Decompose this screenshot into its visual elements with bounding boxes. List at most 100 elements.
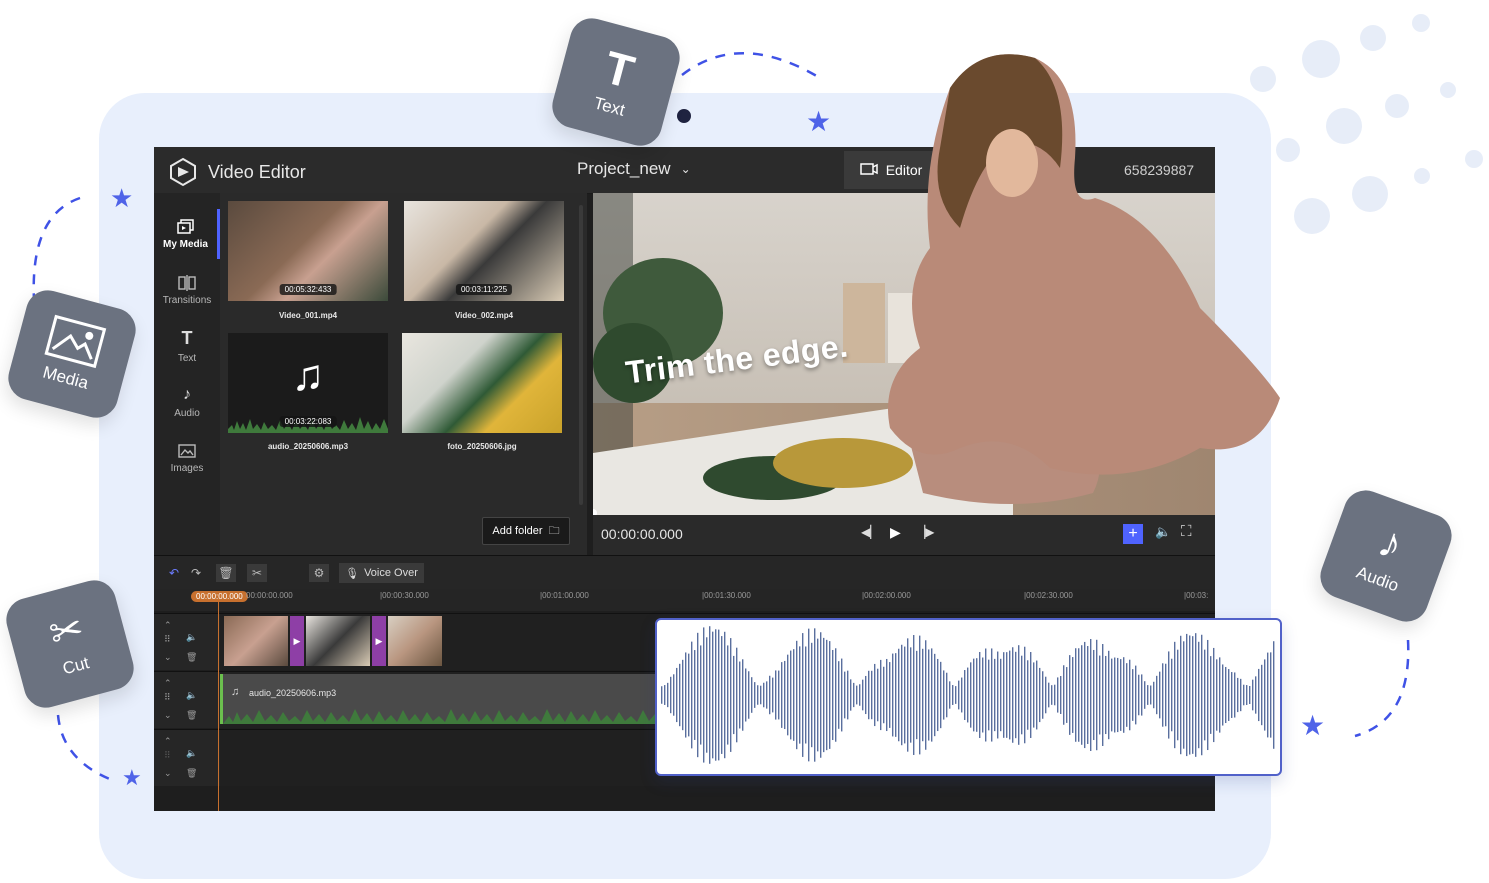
waveform-bar (886, 658, 888, 732)
ruler-tick-label: |00:02:00.000 (862, 591, 911, 600)
waveform-bar (1036, 660, 1038, 730)
delete-icon[interactable]: 🗑 (186, 768, 197, 779)
media-item-audio[interactable]: ♫ 00:03:22:083 (228, 333, 388, 433)
media-item-video-001[interactable]: 00:05:32:433 (228, 201, 388, 301)
waveform-bar (799, 646, 801, 744)
waveform-bar (1195, 633, 1197, 757)
timeline-ruler[interactable]: 00:00:00.000 00:00:00.000 |00:00:30.000 … (154, 589, 1215, 611)
waveform-bar (919, 635, 921, 755)
waveform-bar (763, 682, 765, 708)
waveform-bar (1270, 652, 1272, 738)
waveform-bar (1252, 679, 1254, 711)
waveform-bar (1084, 641, 1086, 749)
playhead-line[interactable] (218, 602, 219, 811)
delete-icon[interactable]: 🗑 (186, 710, 197, 721)
waveform-bar (1237, 677, 1239, 713)
waveform-bar (895, 653, 897, 737)
add-folder-label: Add folder (492, 525, 543, 537)
volume-icon[interactable]: 🔈 (1155, 524, 1171, 540)
waveform-bar (820, 632, 822, 758)
media-name: foto_20250606.jpg (447, 442, 517, 451)
nav-images[interactable]: Images (154, 434, 220, 484)
waveform-bar (718, 629, 720, 761)
left-nav: My Media Transitions T Text ♪ Audio Imag… (154, 193, 220, 555)
settings-gear-icon[interactable]: ⚙ (309, 564, 329, 582)
waveform-bar (754, 682, 756, 708)
waveform-bar (910, 647, 912, 743)
video-clip[interactable] (306, 616, 370, 666)
waveform-bar (1108, 650, 1110, 740)
waveform-bar (673, 674, 675, 716)
volume-icon[interactable]: 🔈 (186, 690, 197, 701)
waveform-bar (676, 667, 678, 723)
waveform-bar (823, 637, 825, 753)
delete-icon[interactable]: 🗑 (216, 564, 236, 582)
project-selector[interactable]: Project_new ⌄ (577, 159, 691, 179)
waveform-bar (880, 659, 882, 731)
waveform-bar (760, 685, 762, 705)
video-clip[interactable] (388, 616, 442, 666)
video-clip[interactable] (224, 616, 288, 666)
voice-over-button[interactable]: 🎙 Voice Over (339, 563, 424, 583)
waveform-bar (1162, 663, 1164, 727)
waveform-bar (1234, 672, 1236, 718)
next-frame-icon[interactable]: ▕▶ (916, 525, 934, 539)
transition-marker[interactable]: ▶ (290, 616, 304, 666)
fullscreen-icon[interactable]: ⛶ (1181, 523, 1192, 540)
waveform-bar (1177, 649, 1179, 741)
waveform-bar (1153, 681, 1155, 709)
waveform-bar (1147, 685, 1149, 705)
waveform-bar (934, 653, 936, 737)
nav-transitions[interactable]: Transitions (154, 265, 220, 315)
volume-icon[interactable]: 🔈 (186, 632, 197, 643)
waveform-bar (1216, 659, 1218, 731)
waveform-bar (997, 651, 999, 739)
waveform-bar (1063, 665, 1065, 725)
waveform-bar (1111, 658, 1113, 732)
waveform-bar (1168, 651, 1170, 739)
media-scrollbar[interactable] (579, 205, 583, 505)
media-item-photo[interactable] (402, 333, 562, 433)
waveform-bar (853, 682, 855, 708)
media-name: Video_001.mp4 (278, 311, 338, 320)
nav-label: My Media (162, 238, 208, 250)
media-item-video-002[interactable]: 00:03:11:225 (404, 201, 564, 301)
star-icon: ★ (806, 106, 832, 137)
transition-marker[interactable]: ▶ (372, 616, 386, 666)
waveform-bar (1096, 639, 1098, 751)
nav-my-media[interactable]: My Media (154, 209, 220, 259)
music-note-icon: ♫ (291, 351, 325, 400)
cut-scissors-icon[interactable]: ✂ (247, 564, 267, 582)
waveform-bar (1120, 659, 1122, 731)
waveform-bar (976, 658, 978, 732)
volume-icon[interactable]: 🔈 (186, 748, 197, 759)
add-plus-icon[interactable]: + (1123, 524, 1143, 544)
star-icon: ★ (1300, 710, 1326, 741)
waveform-bar (736, 647, 738, 743)
media-badge-label: Media (40, 362, 91, 393)
waveform-bar (1123, 657, 1125, 733)
nav-audio[interactable]: ♪ Audio (154, 377, 220, 427)
waveform-bar (769, 675, 771, 715)
previous-frame-icon[interactable]: ◀▏ (861, 525, 879, 539)
waveform-bar (1240, 678, 1242, 712)
track-controls: ⌃ ⠿ ⌄ 🔈 🗑 (154, 614, 220, 670)
waveform-bar (1000, 658, 1002, 732)
waveform-bar (970, 662, 972, 728)
redo-icon[interactable]: ↷ (186, 564, 206, 582)
undo-icon[interactable]: ↶ (164, 564, 184, 582)
waveform-bar (847, 670, 849, 720)
waveform-bar (1249, 685, 1251, 705)
playhead-time-badge[interactable]: 00:00:00.000 (191, 591, 248, 602)
waveform-bar (1264, 659, 1266, 731)
nav-text[interactable]: T Text (154, 321, 220, 371)
waveform-bar (1171, 658, 1173, 732)
waveform-bar (1072, 657, 1074, 733)
delete-icon[interactable]: 🗑 (186, 652, 197, 663)
waveform-graphic (661, 626, 1275, 764)
ruler-tick-label: |00:00:30.000 (380, 591, 429, 600)
play-icon[interactable]: ▶ (890, 524, 901, 541)
add-folder-button[interactable]: Add folder 🗀 (482, 517, 570, 545)
waveform-bar (1078, 648, 1080, 742)
text-icon: T (181, 328, 193, 348)
